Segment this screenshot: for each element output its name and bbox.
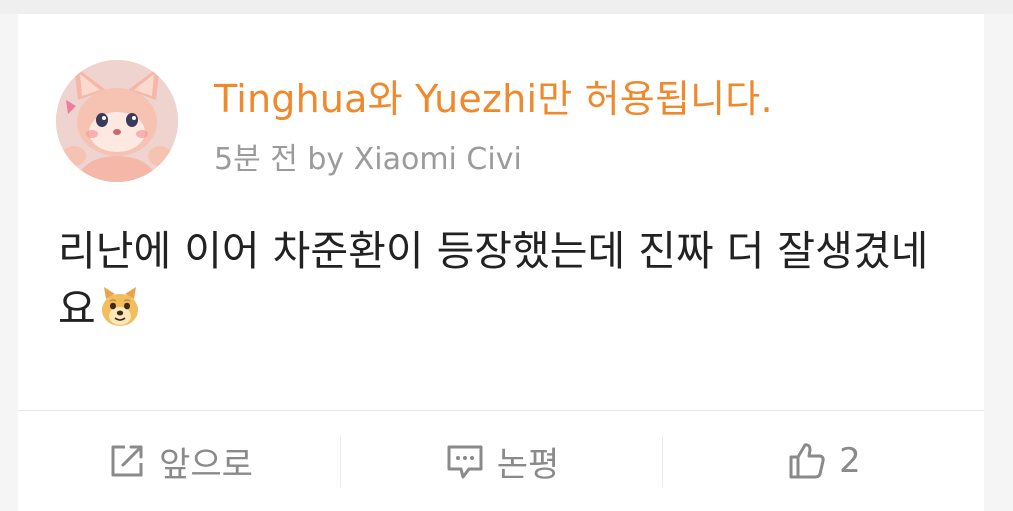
top-strip <box>0 0 1013 14</box>
action-bar: 앞으로 논평 2 <box>18 411 984 511</box>
like-count: 2 <box>839 441 861 481</box>
forward-label: 앞으로 <box>159 444 253 485</box>
like-button[interactable]: 2 <box>662 411 984 511</box>
post-content: 리난에 이어 차준환이 등장했는데 진짜 더 잘생겼네요 <box>58 222 938 338</box>
doge-emoji-icon <box>98 285 142 329</box>
post-text: 리난에 이어 차준환이 등장했는데 진짜 더 잘생겼네요 <box>58 227 929 333</box>
avatar-image <box>56 60 178 182</box>
post-card: Tinghua와 Yuezhi만 허용됩니다. 5분 전 by Xiaomi C… <box>18 14 984 511</box>
username[interactable]: Tinghua와 Yuezhi만 허용됩니다. <box>214 68 773 123</box>
thumbs-up-icon <box>785 439 829 483</box>
comment-button[interactable]: 논평 <box>340 411 662 511</box>
share-icon <box>105 439 149 483</box>
post-meta: 5분 전 by Xiaomi Civi <box>214 142 522 177</box>
comment-icon <box>443 439 487 483</box>
forward-button[interactable]: 앞으로 <box>18 411 340 511</box>
avatar[interactable] <box>56 60 178 182</box>
comment-label: 논평 <box>496 444 560 485</box>
